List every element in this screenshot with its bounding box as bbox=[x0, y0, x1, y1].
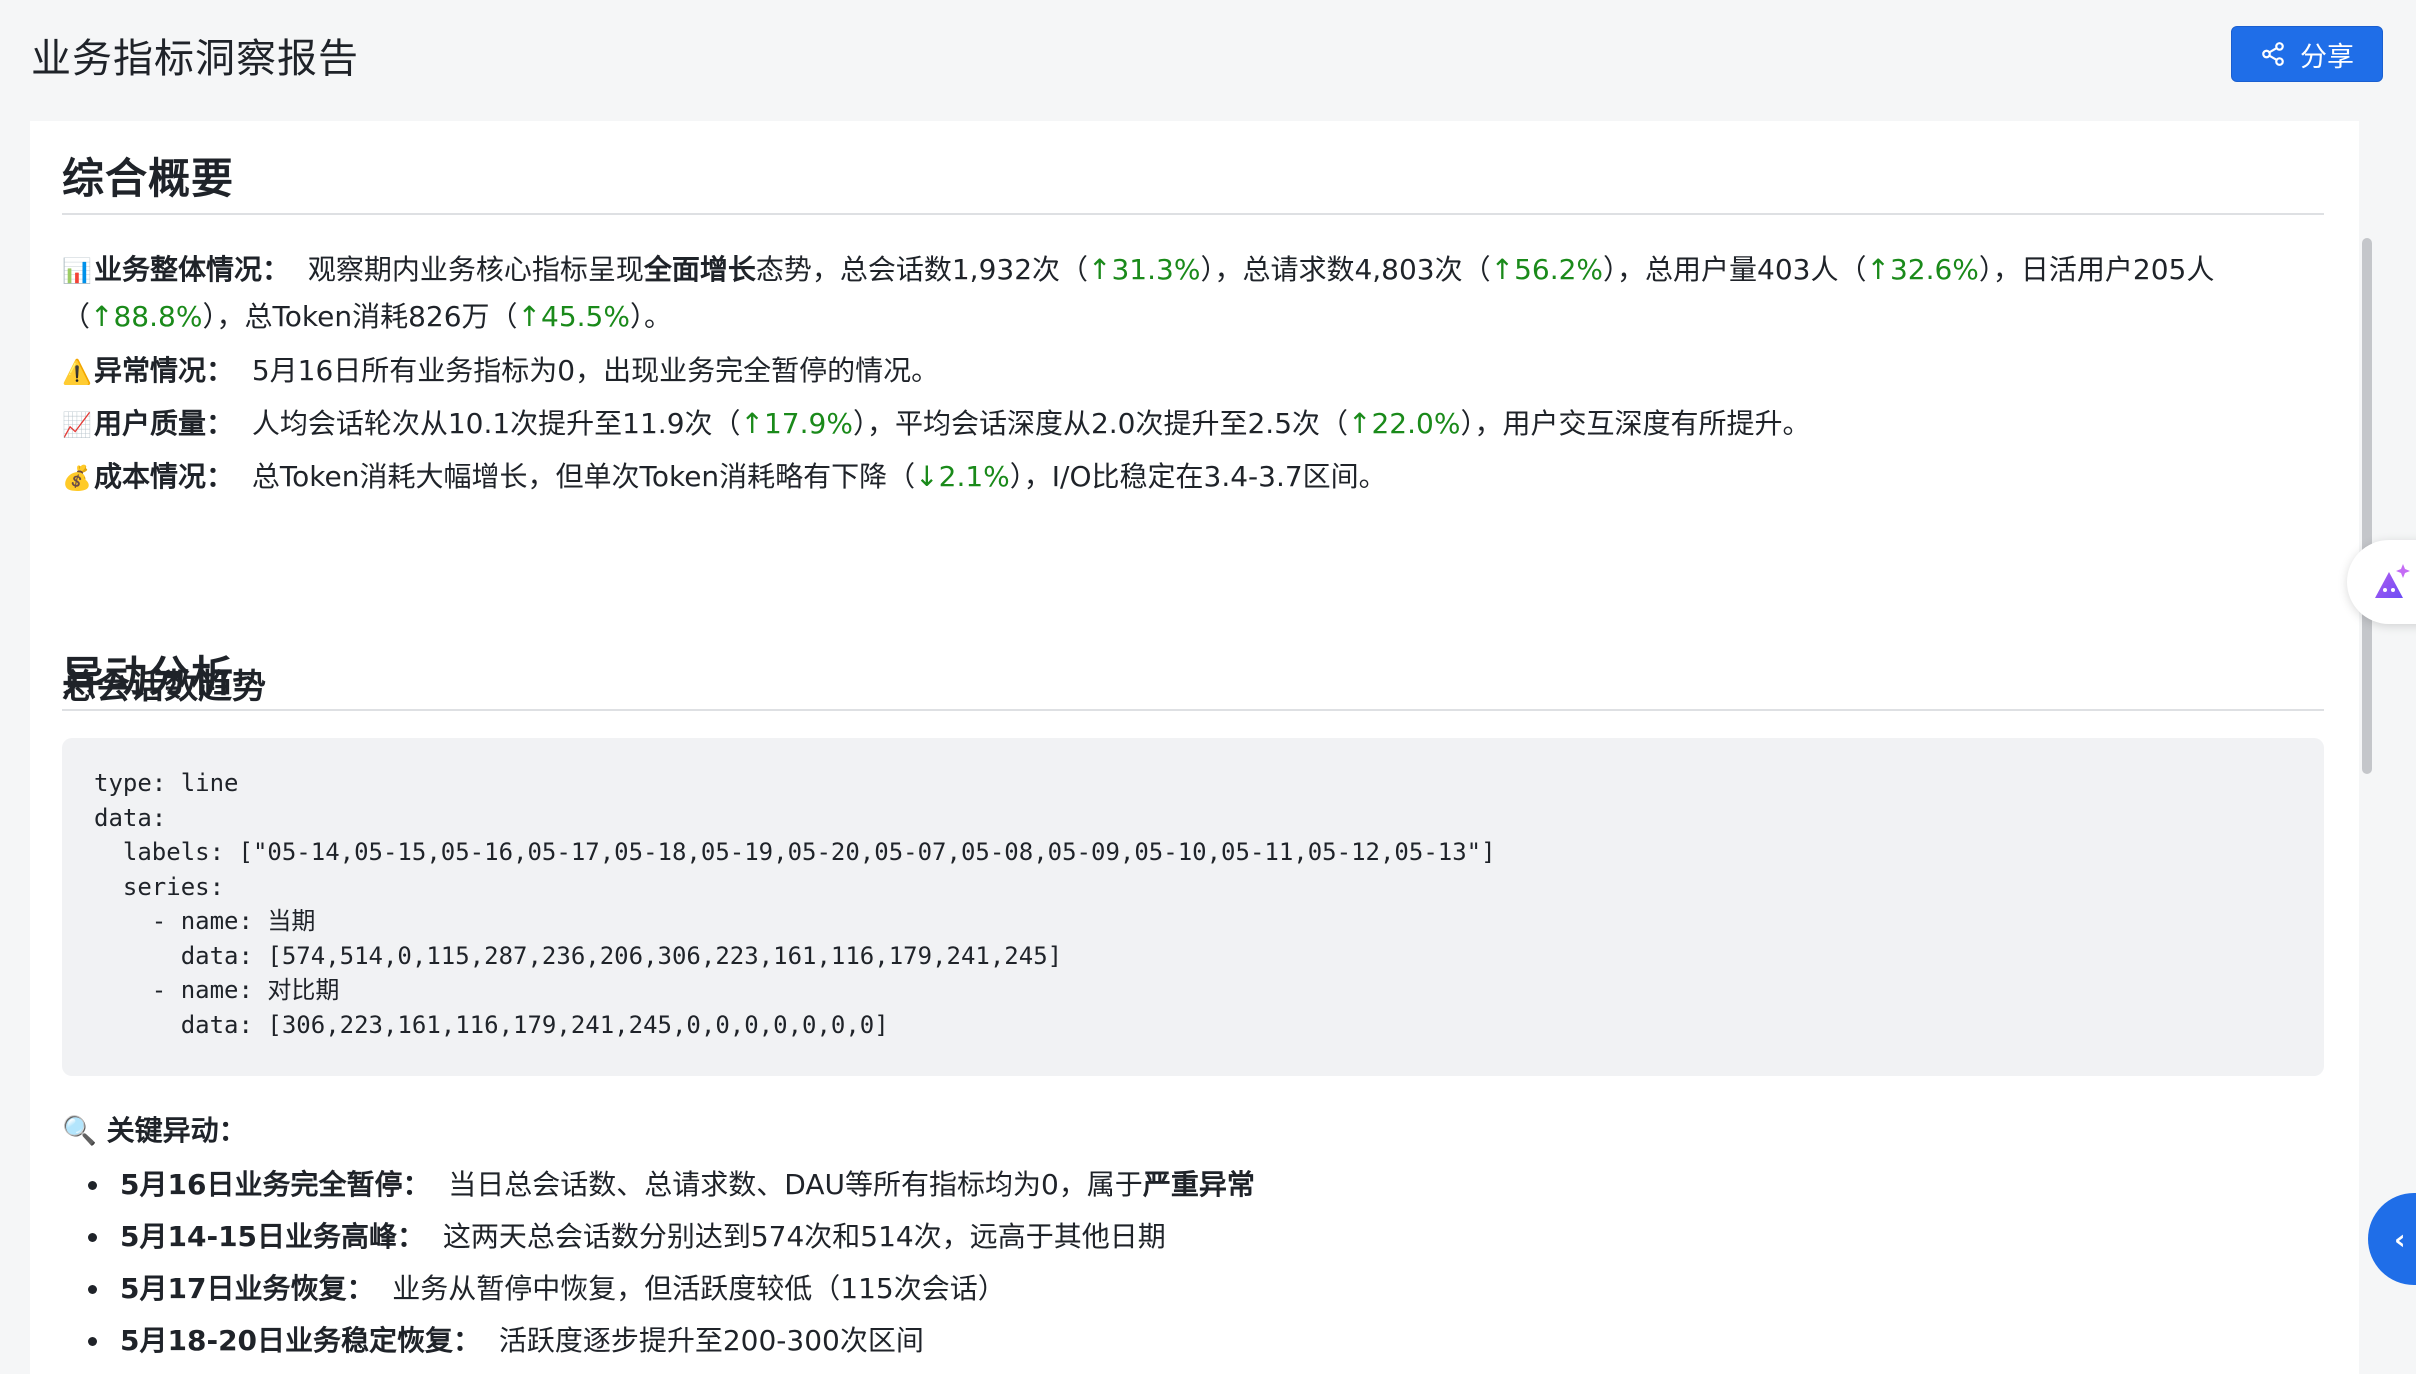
collapse-panel-button[interactable]: ‹ bbox=[2368, 1193, 2416, 1285]
ai-assistant-icon bbox=[2375, 564, 2410, 598]
code-line: data: bbox=[94, 803, 167, 832]
trend-up-emoji-icon: 📈 bbox=[62, 411, 92, 439]
overview-heading: 综合概要 bbox=[62, 145, 2324, 215]
scrollbar-thumb[interactable] bbox=[2362, 238, 2372, 774]
change-value: ↑88.8% bbox=[90, 300, 203, 333]
code-line: labels: ["05-14,05-15,05-16,05-17,05-18,… bbox=[94, 838, 1496, 866]
page-title: 业务指标洞察报告 bbox=[31, 36, 359, 82]
chevron-left-icon: ‹ bbox=[2394, 1222, 2406, 1256]
code-line: data: [574,514,0,115,287,236,206,306,223… bbox=[94, 941, 1063, 970]
bar-chart-emoji-icon: 📊 bbox=[62, 257, 92, 285]
top-bar: 业务指标洞察报告 分享 bbox=[0, 0, 2416, 120]
warning-emoji-icon: ⚠️ bbox=[62, 358, 92, 386]
anomaly-section: 异动分析 bbox=[62, 619, 2324, 711]
money-bag-emoji-icon: 💰 bbox=[62, 464, 92, 492]
key-anomalies-list: 5月16日业务完全暂停： 当日总会话数、总请求数、DAU等所有指标均为0，属于严… bbox=[62, 1159, 1255, 1367]
change-value: ↓2.1% bbox=[915, 460, 1010, 493]
key-anomalies-title: 🔍 关键异动： bbox=[62, 1114, 247, 1147]
overview-item-user-quality: 📈用户质量： 人均会话轮次从10.1次提升至11.9次（↑17.9%），平均会话… bbox=[62, 401, 2324, 448]
change-value: ↑32.6% bbox=[1866, 253, 1979, 286]
list-item: 5月14-15日业务高峰： 这两天总会话数分别达到574次和514次，远高于其他… bbox=[62, 1211, 1255, 1263]
code-line: - name: 对比期 bbox=[94, 976, 340, 1004]
list-item: 5月17日业务恢复： 业务从暂停中恢复，但活跃度较低（115次会话） bbox=[62, 1263, 1255, 1315]
report-content: 综合概要 📊业务整体情况： 观察期内业务核心指标呈现全面增长态势，总会话数1,9… bbox=[30, 121, 2371, 1374]
code-line: type: line bbox=[94, 769, 239, 797]
code-line: - name: 当期 bbox=[94, 907, 316, 935]
overview-item-business: 📊业务整体情况： 观察期内业务核心指标呈现全面增长态势，总会话数1,932次（↑… bbox=[62, 247, 2324, 339]
session-trend-heading: 总会话数趋势 bbox=[62, 667, 266, 707]
overview-section: 综合概要 bbox=[62, 145, 2324, 215]
change-value: ↑22.0% bbox=[1348, 407, 1461, 440]
change-value: ↑56.2% bbox=[1490, 253, 1604, 286]
share-label: 分享 bbox=[2300, 41, 2354, 73]
code-line: series: bbox=[94, 872, 225, 901]
anomaly-heading: 异动分析 bbox=[62, 619, 2324, 711]
item-label: 异常情况： bbox=[94, 354, 235, 387]
overview-item-cost: 💰成本情况： 总Token消耗大幅增长，但单次Token消耗略有下降（↓2.1%… bbox=[62, 454, 2324, 501]
list-item: 5月16日业务完全暂停： 当日总会话数、总请求数、DAU等所有指标均为0，属于严… bbox=[62, 1159, 1255, 1211]
item-label: 业务整体情况： bbox=[94, 253, 291, 286]
change-value: ↑45.5% bbox=[517, 300, 630, 333]
overview-item-abnormal: ⚠️异常情况： 5月16日所有业务指标为0，出现业务完全暂停的情况。 bbox=[62, 348, 2324, 395]
share-icon bbox=[2262, 42, 2284, 66]
list-item: 5月18-20日业务稳定恢复： 活跃度逐步提升至200-300次区间 bbox=[62, 1315, 1255, 1367]
change-value: ↑31.3% bbox=[1088, 253, 1201, 286]
item-label: 用户质量： bbox=[94, 407, 235, 440]
item-label: 成本情况： bbox=[94, 460, 235, 493]
code-line: data: [306,223,161,116,179,241,245,0,0,0… bbox=[94, 1010, 889, 1039]
change-value: ↑17.9% bbox=[740, 407, 853, 440]
share-button[interactable]: 分享 bbox=[2231, 26, 2383, 82]
code-block: type: line data: labels: ["05-14,05-15,05… bbox=[62, 738, 2324, 1076]
